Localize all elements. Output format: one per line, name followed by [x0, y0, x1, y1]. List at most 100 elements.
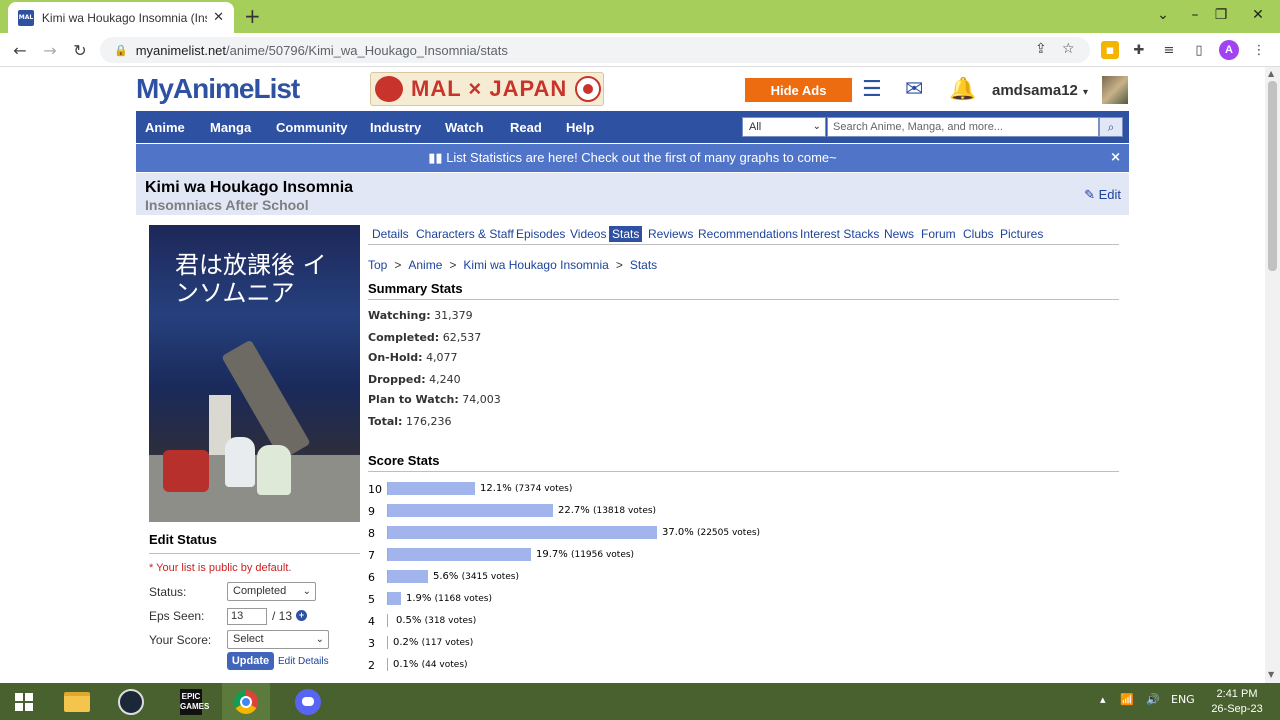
- nav-manga[interactable]: Manga: [210, 111, 251, 143]
- taskbar-discord[interactable]: [283, 683, 333, 720]
- eps-total: / 13: [272, 609, 293, 623]
- extensions-puzzle-icon[interactable]: ✚: [1130, 41, 1148, 59]
- volume-icon[interactable]: 🔊: [1146, 693, 1160, 706]
- score-votes: (7374 votes): [514, 484, 573, 494]
- search-input[interactable]: Search Anime, Manga, and more...: [827, 117, 1099, 137]
- tab-close-icon[interactable]: ✕: [213, 10, 224, 25]
- nav-watch[interactable]: Watch: [445, 111, 484, 143]
- score-select[interactable]: Select ⌄: [227, 630, 329, 649]
- tab-reviews[interactable]: Reviews: [648, 227, 693, 241]
- score-value: 10: [368, 483, 382, 496]
- score-row: 5 1.9% (1168 votes): [368, 591, 1119, 607]
- window-close-icon[interactable]: ✕: [1238, 0, 1278, 30]
- tab-interest-stacks[interactable]: Interest Stacks: [800, 227, 879, 241]
- forward-arrow-icon[interactable]: →: [38, 38, 62, 62]
- nav-community[interactable]: Community: [276, 111, 348, 143]
- mail-icon[interactable]: ✉: [905, 77, 923, 102]
- taskbar-file-explorer[interactable]: [56, 683, 98, 720]
- hide-ads-button[interactable]: Hide Ads: [745, 78, 852, 102]
- reading-list-icon[interactable]: ≡: [1160, 41, 1178, 59]
- profile-avatar[interactable]: A: [1219, 40, 1239, 60]
- score-percent: 12.1%: [480, 483, 512, 494]
- poster-chair: [163, 450, 209, 492]
- score-row: 6 5.6% (3415 votes): [368, 569, 1119, 585]
- nav-help[interactable]: Help: [566, 111, 594, 143]
- announcement-close-icon[interactable]: ×: [1110, 144, 1121, 172]
- breadcrumb-stats[interactable]: Stats: [630, 258, 657, 272]
- address-bar[interactable]: 🔒 myanimelist.net/anime/50796/Kimi_wa_Ho…: [100, 37, 1090, 63]
- edit-title-link[interactable]: ✎ Edit: [1084, 187, 1121, 203]
- anime-poster[interactable]: 君は放課後 インソムニア: [149, 225, 360, 522]
- eps-increment-icon[interactable]: +: [296, 610, 307, 621]
- language-indicator[interactable]: ENG: [1171, 693, 1195, 706]
- tray-overflow-icon[interactable]: ▴: [1100, 693, 1106, 706]
- search-category-select[interactable]: All ⌄: [742, 117, 826, 137]
- chrome-menu-icon[interactable]: ⋮: [1250, 41, 1268, 59]
- username[interactable]: amdsama12: [992, 82, 1078, 99]
- tab-episodes[interactable]: Episodes: [516, 227, 565, 241]
- tab-recommendations[interactable]: Recommendations: [698, 227, 798, 241]
- score-votes: (11956 votes): [570, 550, 635, 560]
- windows-taskbar: EPIC GAMES ▴ 📶 🔊 ENG 2:41 PM 26-Sep-23: [0, 683, 1280, 720]
- system-clock[interactable]: 2:41 PM 26-Sep-23: [1205, 687, 1269, 717]
- scroll-up-icon[interactable]: ▲: [1268, 69, 1274, 78]
- stat-value: 74,003: [462, 393, 501, 406]
- page-scrollbar[interactable]: ▲ ▼: [1265, 67, 1280, 683]
- bookmark-star-icon[interactable]: ☆: [1062, 41, 1075, 57]
- new-tab-plus-icon[interactable]: +: [244, 4, 261, 28]
- edit-details-link[interactable]: Edit Details: [278, 656, 329, 667]
- breadcrumb-anime[interactable]: Anime: [408, 258, 442, 272]
- extension-keep-icon[interactable]: ▪: [1101, 41, 1119, 59]
- eps-seen-input[interactable]: 13: [227, 608, 267, 625]
- tab-clubs[interactable]: Clubs: [963, 227, 994, 241]
- mal-logo[interactable]: MyAnimeList: [136, 73, 300, 105]
- breadcrumb-title[interactable]: Kimi wa Houkago Insomnia: [463, 258, 608, 272]
- tab-pictures[interactable]: Pictures: [1000, 227, 1043, 241]
- score-percentage: 37.0% (22505 votes): [662, 527, 760, 538]
- taskbar-steam[interactable]: [110, 683, 152, 720]
- tab-news[interactable]: News: [884, 227, 914, 241]
- scroll-down-icon[interactable]: ▼: [1268, 670, 1274, 679]
- browser-tab[interactable]: MAL Kimi wa Houkago Insomnia (Inso ✕: [8, 2, 234, 33]
- score-value: 4: [368, 615, 375, 628]
- notification-bell-icon[interactable]: 🔔: [949, 77, 976, 102]
- start-button[interactable]: [4, 683, 44, 720]
- search-icon[interactable]: ⌕: [1099, 117, 1123, 137]
- tab-details[interactable]: Details: [372, 227, 409, 241]
- side-panel-icon[interactable]: ▯: [1190, 41, 1208, 59]
- back-arrow-icon[interactable]: ←: [8, 38, 32, 62]
- nav-read[interactable]: Read: [510, 111, 542, 143]
- tab-videos[interactable]: Videos: [570, 227, 606, 241]
- breadcrumb-separator: >: [394, 258, 402, 272]
- list-icon[interactable]: ☰: [862, 77, 882, 102]
- user-avatar[interactable]: [1102, 76, 1128, 104]
- score-percentage: 0.2% (117 votes): [393, 637, 473, 648]
- tab-characters-staff[interactable]: Characters & Staff: [416, 227, 514, 241]
- tab-stats[interactable]: Stats: [609, 226, 643, 242]
- wifi-icon[interactable]: 📶: [1120, 693, 1134, 706]
- tab-search-chevron-icon[interactable]: ⌄: [1150, 0, 1176, 30]
- share-icon[interactable]: ⇪: [1035, 41, 1047, 57]
- browser-toolbar: ← → ↻ 🔒 myanimelist.net/anime/50796/Kimi…: [0, 33, 1280, 67]
- nav-anime[interactable]: Anime: [145, 111, 185, 143]
- nav-industry[interactable]: Industry: [370, 111, 421, 143]
- status-select[interactable]: Completed ⌄: [227, 582, 316, 601]
- mal-japan-banner[interactable]: MAL × JAPAN: [370, 72, 604, 106]
- mal-favicon-icon: MAL: [18, 9, 34, 26]
- chevron-down-icon: ⌄: [812, 121, 821, 132]
- update-button[interactable]: Update: [227, 652, 274, 670]
- score-row: 9 22.7% (13818 votes): [368, 503, 1119, 519]
- reload-icon[interactable]: ↻: [68, 38, 92, 62]
- chrome-icon: [234, 689, 258, 714]
- score-percentage: 1.9% (1168 votes): [406, 593, 492, 604]
- taskbar-chrome[interactable]: [222, 683, 270, 720]
- tab-forum[interactable]: Forum: [921, 227, 956, 241]
- score-percent: 22.7%: [558, 505, 590, 516]
- restore-icon[interactable]: ❐: [1206, 0, 1236, 30]
- user-menu-chevron-icon[interactable]: ▾: [1083, 87, 1088, 98]
- scrollbar-thumb[interactable]: [1268, 81, 1277, 271]
- score-bar: [387, 570, 428, 583]
- announcement-link[interactable]: List Statistics are here! Check out the …: [446, 150, 837, 165]
- taskbar-epic-games[interactable]: EPIC GAMES: [170, 683, 212, 720]
- breadcrumb-top[interactable]: Top: [368, 258, 387, 272]
